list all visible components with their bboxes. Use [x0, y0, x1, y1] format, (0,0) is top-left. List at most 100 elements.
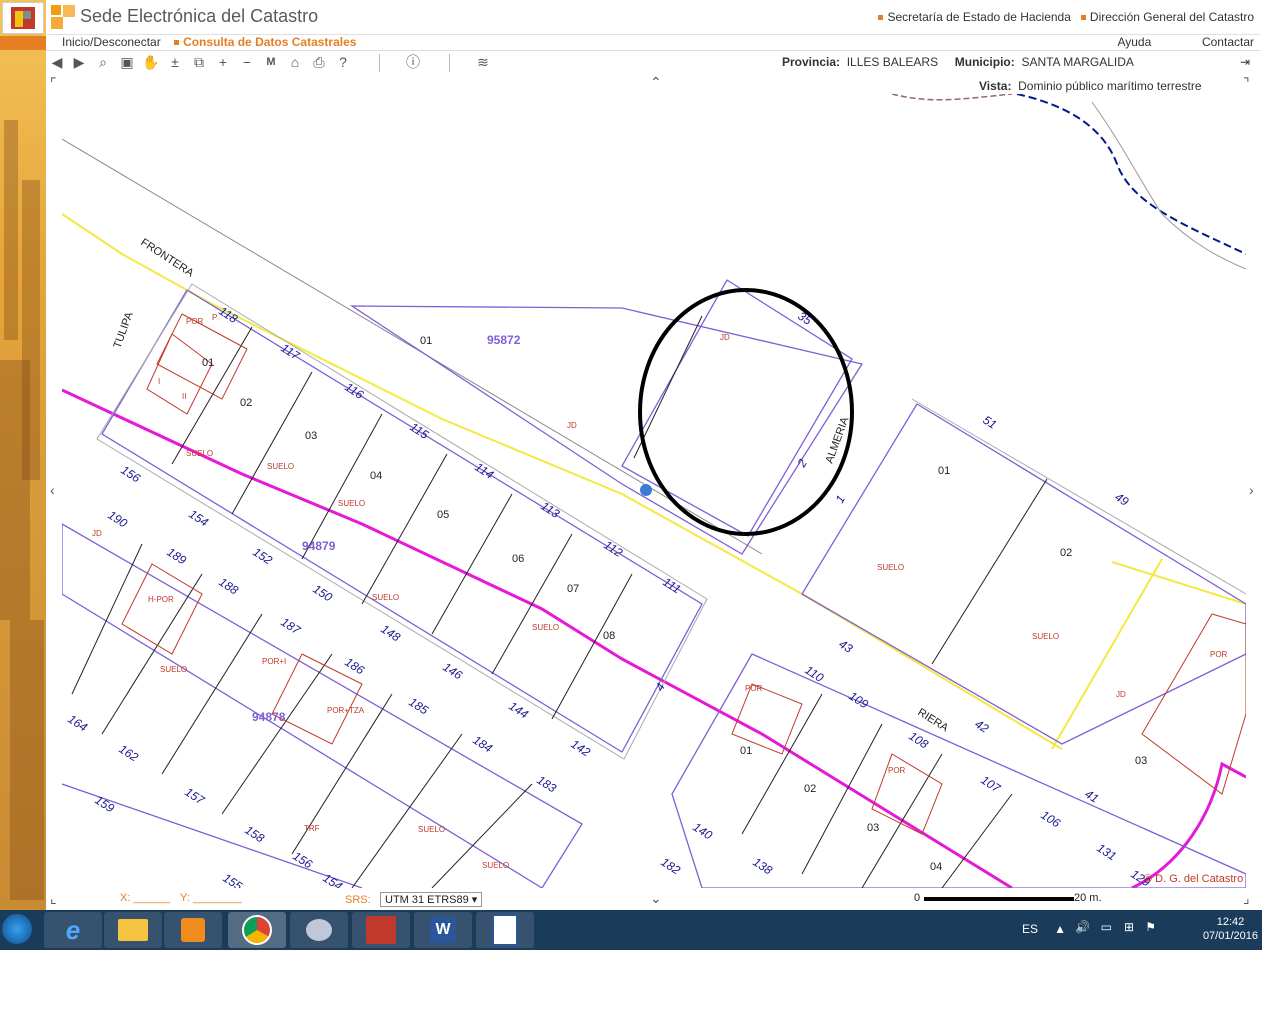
house-number: 154 [186, 507, 211, 530]
plus-icon[interactable]: + [214, 53, 232, 71]
parcel-id: 95872 [487, 333, 521, 347]
acrobat-icon[interactable] [352, 912, 410, 948]
land-use-label: SUELO [532, 623, 559, 632]
back-icon[interactable]: ◀ [48, 53, 66, 71]
land-use-label: I [158, 377, 160, 386]
nav-home-link[interactable]: Inicio/Desconectar [62, 35, 161, 49]
house-number: 109 [846, 689, 871, 712]
land-use-label: SUELO [160, 665, 187, 674]
windows-icon[interactable]: ⊞ [1124, 920, 1134, 934]
language-indicator[interactable]: ES [1022, 922, 1038, 936]
house-number: 186 [342, 655, 367, 678]
media-player-icon[interactable] [164, 912, 222, 948]
house-number: 148 [378, 622, 403, 645]
link-secretaria[interactable]: Secretaría de Estado de Hacienda [887, 10, 1070, 24]
house-number: 154 [320, 871, 345, 888]
contact-link[interactable]: Contactar [1202, 35, 1254, 49]
location-info: Provincia: ILLES BALEARS Municipio: SANT… [782, 55, 1250, 69]
land-use-label: II [182, 392, 186, 401]
house-number: 157 [182, 785, 208, 808]
show-hidden-icons-icon[interactable]: ▲ [1054, 922, 1066, 936]
app-title: Sede Electrónica del Catastro [80, 6, 319, 26]
pan-right-arrow-icon[interactable]: › [1249, 482, 1254, 498]
house-number: 156 [118, 463, 143, 486]
parcel-id: 94878 [252, 710, 286, 724]
plot-label: 01 [938, 465, 950, 477]
frame-corner-icon: ⌝ [1243, 75, 1250, 91]
plot-label: 01 [420, 335, 432, 347]
srs-select[interactable]: UTM 31 ETRS89 ▾ [380, 892, 483, 907]
land-use-label: SUELO [418, 825, 445, 834]
house-number: 189 [164, 545, 189, 568]
plot-label: 04 [930, 861, 942, 873]
land-use-label: SUELO [1032, 632, 1059, 641]
house-number: 162 [116, 742, 141, 765]
left-sidebar-image [0, 0, 46, 910]
minus-icon[interactable]: − [238, 53, 256, 71]
scale-start: 0 [914, 892, 921, 904]
land-use-label: POR+TZA [327, 706, 365, 715]
street-label: FRONTERA [138, 236, 196, 279]
house-number: 110 [802, 663, 826, 685]
land-use-label: JD [567, 421, 577, 430]
house-number: 142 [568, 737, 593, 760]
pan-icon[interactable]: ✋ [142, 53, 160, 71]
house-number: 107 [978, 773, 1004, 796]
plot-label: 08 [603, 630, 615, 642]
start-button[interactable] [2, 914, 32, 944]
map-toolbar: ◀ ▶ ⌕ ▣ ✋ ± ⧉ + − M ⌂ ⎙ ? ⓘ ≋ Provincia:… [46, 50, 1260, 75]
land-use-label: P [212, 313, 217, 322]
3d-icon[interactable]: ▣ [118, 53, 136, 71]
forward-icon[interactable]: ▶ [70, 53, 88, 71]
word-icon[interactable]: W [414, 912, 472, 948]
print-icon[interactable]: ⎙ [310, 53, 328, 71]
zoom-in-out-icon[interactable]: ± [166, 53, 184, 71]
thunderbird-icon[interactable] [290, 912, 348, 948]
vista-value: Dominio público marítimo terrestre [1018, 79, 1202, 93]
land-use-label: TRF [304, 824, 320, 833]
spain-coat-of-arms-logo [2, 2, 44, 34]
house-number: 112 [601, 538, 625, 560]
flag-icon[interactable]: ⚑ [1145, 920, 1156, 934]
help-link[interactable]: Ayuda [1117, 35, 1151, 49]
house-number: 1 [832, 493, 847, 506]
document-icon[interactable] [476, 912, 534, 948]
link-direccion-general[interactable]: Dirección General del Catastro [1090, 10, 1254, 24]
land-use-label: POR [186, 317, 204, 326]
exit-icon[interactable]: ⇥ [1240, 55, 1250, 69]
pan-up-arrow-icon[interactable]: ⌃ [650, 74, 662, 91]
house-number: 51 [980, 413, 999, 432]
house-number: 116 [342, 380, 366, 402]
house-number: 138 [750, 855, 775, 878]
plot-label: 06 [512, 553, 524, 565]
municipio-value: SANTA MARGALIDA [1021, 55, 1134, 69]
location-marker-icon[interactable] [640, 484, 652, 496]
volume-icon[interactable]: 🔊 [1075, 920, 1090, 934]
nav-active-link[interactable]: Consulta de Datos Catastrales [183, 35, 356, 49]
land-use-label: SUELO [267, 462, 294, 471]
pan-left-arrow-icon[interactable]: ‹ [50, 482, 55, 498]
help-icon[interactable]: ? [334, 53, 352, 71]
land-use-label: POR [888, 766, 906, 775]
plot-label: 03 [867, 822, 879, 834]
house-number: 190 [105, 508, 130, 531]
network-icon[interactable]: ▭ [1101, 920, 1112, 934]
chrome-icon[interactable] [228, 912, 286, 948]
zoom-box-icon[interactable]: ⧉ [190, 53, 208, 71]
info-icon[interactable]: ⓘ [404, 53, 422, 71]
house-number: 185 [406, 695, 431, 718]
street-label: RIERA [915, 706, 950, 734]
ie-icon[interactable]: e [44, 912, 102, 948]
land-use-label: SUELO [372, 593, 399, 602]
clock[interactable]: 12:42 07/01/2016 [1203, 915, 1258, 943]
house-number: 183 [534, 773, 559, 796]
m-icon[interactable]: M [262, 53, 280, 71]
zoom-icon[interactable]: ⌕ [94, 53, 112, 71]
map-status-bar: X: ______ Y: ________ SRS: UTM 31 ETRS89… [46, 892, 1260, 910]
house-icon[interactable]: ⌂ [286, 53, 304, 71]
plot-label: 02 [804, 783, 816, 795]
layers-icon[interactable]: ≋ [474, 53, 492, 71]
cadastral-map[interactable]: FRONTERA TULIPA RIERA ALMERIA 01 01 02 0… [62, 94, 1246, 888]
plot-label: 01 [740, 745, 752, 757]
file-explorer-icon[interactable] [104, 912, 162, 948]
